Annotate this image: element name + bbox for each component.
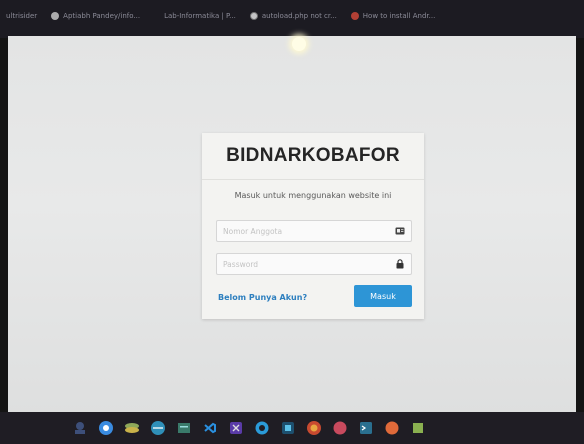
photoshop-icon[interactable] [278, 418, 298, 438]
page-icon [51, 12, 60, 20]
login-header: BIDNARKOBAFOR [202, 133, 424, 180]
password-field[interactable] [216, 253, 412, 275]
bookmark-label: ultrisider [6, 12, 38, 20]
password-input[interactable] [217, 254, 387, 274]
network-icon[interactable] [148, 418, 168, 438]
explorer-icon[interactable] [70, 418, 90, 438]
id-card-icon [395, 226, 405, 236]
member-number-field[interactable] [216, 220, 412, 242]
app2-icon[interactable] [382, 418, 402, 438]
bookmark-item[interactable]: Lab-Informatika | P... [164, 12, 236, 20]
login-subtitle: Masuk untuk menggunakan website ini [234, 191, 392, 200]
bookmark-label: Aptiabh Pandey/info... [63, 12, 141, 20]
bookmark-label: Lab-Informatika | P... [164, 12, 236, 20]
member-number-input[interactable] [217, 221, 387, 241]
bookmark-item[interactable]: ultrisider [6, 12, 37, 20]
app-icon[interactable] [330, 418, 350, 438]
app3-icon[interactable] [408, 418, 428, 438]
taskbar-apps [0, 412, 584, 444]
files-icon[interactable] [174, 418, 194, 438]
firefox-icon[interactable] [304, 418, 324, 438]
ie-icon[interactable] [252, 418, 272, 438]
terminal-icon[interactable] [356, 418, 376, 438]
stackoverflow-icon [350, 12, 359, 20]
login-button[interactable]: Masuk [354, 285, 412, 307]
signup-link[interactable]: Belom Punya Akun? [218, 293, 307, 302]
brand-title: BIDNARKOBAFOR [226, 145, 400, 166]
bookmarks-list: ultrisider Aptiabh Pandey/info... Lab-In… [0, 6, 584, 26]
bookmark-item[interactable]: autoload.php not cr... [249, 12, 337, 20]
vscode-icon[interactable] [200, 418, 220, 438]
login-card: BIDNARKOBAFOR Masuk untuk menggunakan we… [202, 133, 424, 319]
bookmark-label: How to install Andr... [362, 12, 436, 20]
lock-icon [395, 259, 405, 269]
light-glare [292, 37, 306, 51]
stack-icon[interactable] [122, 418, 142, 438]
bookmark-label: autoload.php not cr... [261, 12, 337, 20]
chrome-icon[interactable] [96, 418, 116, 438]
vs-icon[interactable] [226, 418, 246, 438]
bookmark-item[interactable]: Aptiabh Pandey/info... [51, 12, 140, 20]
google-icon [249, 12, 258, 20]
bookmark-item[interactable]: How to install Andr... [350, 12, 436, 20]
